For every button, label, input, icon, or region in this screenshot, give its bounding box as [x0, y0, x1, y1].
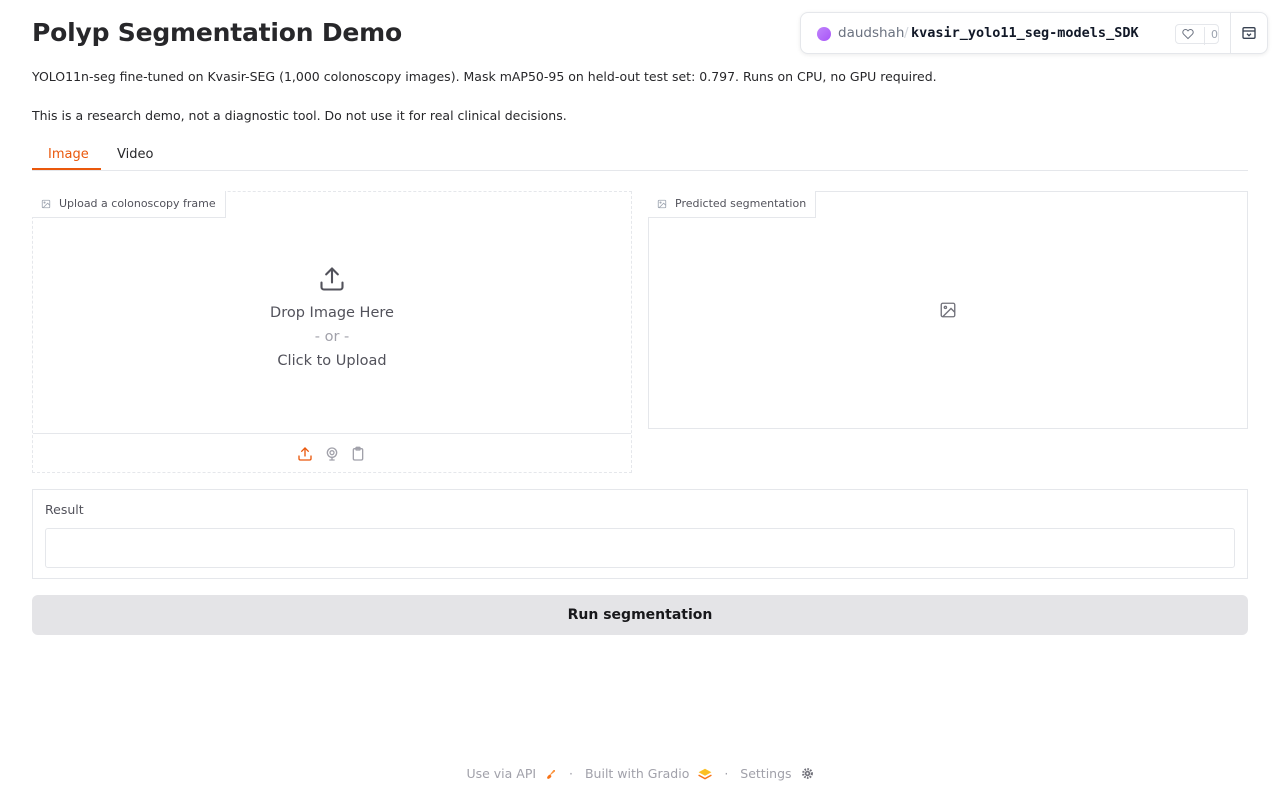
- upload-source-bar: [33, 433, 631, 473]
- segmentation-output-panel: Predicted segmentation: [648, 191, 1248, 429]
- like-count: 0: [1204, 27, 1218, 45]
- image-icon: [41, 199, 51, 209]
- or-text: - or -: [314, 329, 350, 345]
- heart-icon: [1182, 28, 1194, 40]
- image-upload-panel[interactable]: Upload a colonoscopy frame Drop Image He…: [32, 191, 632, 473]
- gradio-logo-icon: [698, 768, 713, 779]
- image-icon: [657, 199, 667, 209]
- tab-bar: Image Video: [32, 140, 1248, 171]
- footer-separator: ·: [724, 766, 729, 781]
- rocket-icon: [547, 769, 556, 779]
- drop-image-text: Drop Image Here: [270, 305, 394, 321]
- output-panel-label-text: Predicted segmentation: [675, 197, 807, 210]
- collapse-header-icon[interactable]: [1241, 25, 1257, 41]
- active-tab-indicator: [32, 168, 101, 170]
- output-panel-label: Predicted segmentation: [648, 191, 817, 218]
- gear-icon: [801, 768, 813, 779]
- run-segmentation-button[interactable]: Run segmentation: [32, 595, 1248, 635]
- path-separator: /: [904, 25, 909, 41]
- result-label: Result: [45, 502, 84, 517]
- image-placeholder-icon: [940, 302, 956, 318]
- result-block: Result: [32, 489, 1248, 579]
- upload-source-icon[interactable]: [297, 446, 313, 462]
- footer-separator: ·: [569, 766, 573, 781]
- click-to-upload-text: Click to Upload: [277, 353, 387, 369]
- like-button[interactable]: 0: [1175, 24, 1219, 45]
- tab-video[interactable]: Video: [117, 147, 153, 162]
- clipboard-icon[interactable]: [350, 446, 366, 462]
- tab-image[interactable]: Image: [48, 147, 89, 162]
- upload-panel-label-text: Upload a colonoscopy frame: [59, 197, 216, 210]
- upload-panel-label: Upload a colonoscopy frame: [32, 191, 226, 218]
- space-name-link[interactable]: kvasir_yolo11_seg-models_SDK: [911, 25, 1139, 41]
- description-disclaimer: This is a research demo, not a diagnosti…: [32, 108, 567, 123]
- space-header-bar: daudshah / kvasir_yolo11_seg-models_SDK …: [800, 12, 1268, 54]
- upload-icon: [320, 267, 344, 291]
- user-avatar[interactable]: [817, 27, 831, 41]
- webcam-icon[interactable]: [324, 446, 340, 462]
- bar-divider: [1230, 13, 1231, 53]
- settings-link[interactable]: Settings: [740, 766, 791, 781]
- page-title: Polyp Segmentation Demo: [32, 18, 402, 47]
- space-owner-link[interactable]: daudshah: [838, 25, 904, 41]
- use-via-api-link[interactable]: Use via API: [466, 766, 536, 781]
- footer: Use via API · Built with Gradio · Settin…: [0, 765, 1280, 781]
- result-textbox[interactable]: [45, 528, 1235, 568]
- built-with-gradio-link[interactable]: Built with Gradio: [585, 766, 689, 781]
- drop-zone[interactable]: Drop Image Here - or - Click to Upload: [33, 252, 631, 373]
- description-model: YOLO11n-seg fine-tuned on Kvasir-SEG (1,…: [32, 69, 937, 84]
